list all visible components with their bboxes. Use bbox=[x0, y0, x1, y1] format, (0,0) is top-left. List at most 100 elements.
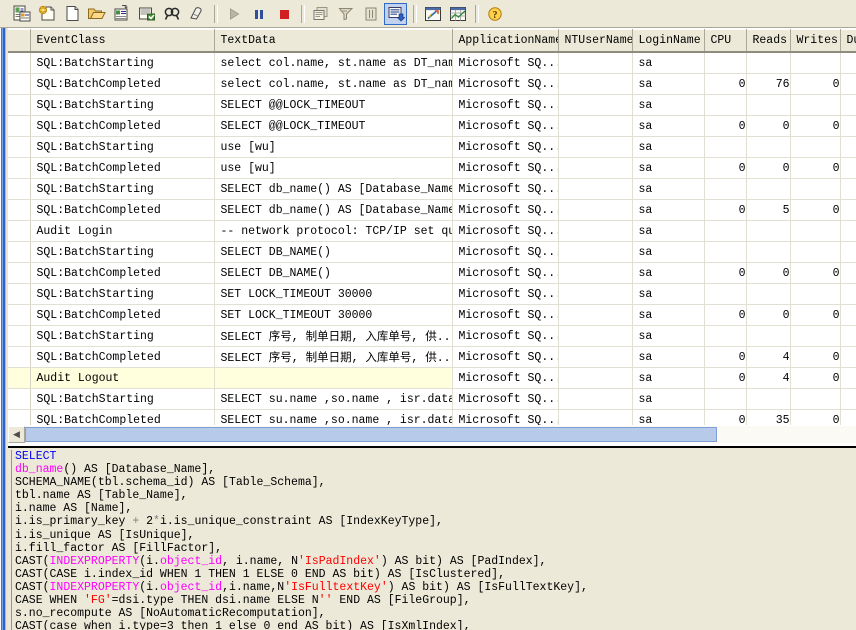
table-row[interactable]: SQL:BatchStartinguse [wu]Microsoft SQ...… bbox=[8, 137, 856, 158]
save-trace-icon[interactable] bbox=[135, 3, 158, 25]
row-selector-cell[interactable] bbox=[8, 347, 30, 368]
filter-icon[interactable] bbox=[334, 3, 357, 25]
column-header-applicationname[interactable]: ApplicationName bbox=[452, 30, 558, 53]
table-row[interactable]: SQL:BatchStartingSELECT db_name() AS [Da… bbox=[8, 179, 856, 200]
cell-loginname: sa bbox=[632, 95, 704, 116]
row-selector-cell[interactable] bbox=[8, 137, 30, 158]
cell-cpu bbox=[704, 389, 746, 410]
table-row[interactable]: SQL:BatchStartingSELECT DB_NAME()Microso… bbox=[8, 242, 856, 263]
cell-duration bbox=[840, 242, 856, 263]
show-execution-plan-icon[interactable] bbox=[446, 3, 469, 25]
cell-textdata bbox=[214, 368, 452, 389]
new-trace-template-icon[interactable] bbox=[35, 3, 58, 25]
row-selector-cell[interactable] bbox=[8, 368, 30, 389]
table-row[interactable]: SQL:BatchStartingselect col.name, st.nam… bbox=[8, 52, 856, 74]
clear-trace-window-icon[interactable] bbox=[185, 3, 208, 25]
cell-reads: 5 bbox=[746, 200, 790, 221]
cell-applicationname: Microsoft SQ... bbox=[452, 347, 558, 368]
table-row[interactable]: SQL:BatchCompletedSELECT DB_NAME()Micros… bbox=[8, 263, 856, 284]
cell-loginname: sa bbox=[632, 305, 704, 326]
help-icon[interactable]: ? bbox=[483, 3, 506, 25]
query-analyzer-icon[interactable] bbox=[421, 3, 444, 25]
scroll-left-arrow-icon[interactable]: ◀ bbox=[8, 426, 25, 443]
cell-cpu bbox=[704, 326, 746, 347]
cell-writes bbox=[790, 179, 840, 200]
table-row[interactable]: SQL:BatchStartingSELECT 序号, 制单日期, 入库单号, … bbox=[8, 326, 856, 347]
group-columns-icon[interactable] bbox=[359, 3, 382, 25]
auto-scroll-icon[interactable] bbox=[384, 3, 407, 25]
cell-duration bbox=[840, 137, 856, 158]
trace-events-grid[interactable]: EventClass TextData ApplicationName NTUs… bbox=[8, 29, 856, 429]
open-trace-table-icon[interactable] bbox=[110, 3, 133, 25]
pause-trace-icon[interactable] bbox=[247, 3, 270, 25]
stop-trace-icon[interactable] bbox=[272, 3, 295, 25]
sql-line: i.name AS [Name], bbox=[15, 502, 856, 515]
cell-ntusername bbox=[558, 263, 632, 284]
cell-textdata: SET LOCK_TIMEOUT 30000 bbox=[214, 284, 452, 305]
row-selector-cell[interactable] bbox=[8, 221, 30, 242]
cell-writes: 0 bbox=[790, 74, 840, 95]
start-trace-icon[interactable] bbox=[222, 3, 245, 25]
cell-applicationname: Microsoft SQ... bbox=[452, 74, 558, 95]
cell-cpu: 0 bbox=[704, 116, 746, 137]
cell-loginname: sa bbox=[632, 389, 704, 410]
table-row[interactable]: SQL:BatchCompleteduse [wu]Microsoft SQ..… bbox=[8, 158, 856, 179]
cell-reads: 0 bbox=[746, 263, 790, 284]
row-selector-cell[interactable] bbox=[8, 389, 30, 410]
column-header-ntusername[interactable]: NTUserName bbox=[558, 30, 632, 53]
table-row[interactable]: SQL:BatchStartingSELECT su.name ,so.name… bbox=[8, 389, 856, 410]
grid-horizontal-scrollbar[interactable]: ◀ bbox=[8, 425, 856, 443]
cell-eventclass: Audit Login bbox=[30, 221, 214, 242]
cell-duration bbox=[840, 52, 856, 74]
row-selector-cell[interactable] bbox=[8, 158, 30, 179]
cell-cpu: 0 bbox=[704, 200, 746, 221]
table-row[interactable]: SQL:BatchCompletedselect col.name, st.na… bbox=[8, 74, 856, 95]
open-trace-file-icon[interactable] bbox=[85, 3, 108, 25]
sql-line: CAST(INDEXPROPERTY(i.object_id,i.name,N'… bbox=[15, 581, 856, 594]
cell-textdata: use [wu] bbox=[214, 137, 452, 158]
row-selector-cell[interactable] bbox=[8, 95, 30, 116]
column-header-cpu[interactable]: CPU bbox=[704, 30, 746, 53]
column-header-writes[interactable]: Writes bbox=[790, 30, 840, 53]
table-row[interactable]: SQL:BatchCompletedSELECT @@LOCK_TIMEOUTM… bbox=[8, 116, 856, 137]
column-header-textdata[interactable]: TextData bbox=[214, 30, 452, 53]
cell-applicationname: Microsoft SQ... bbox=[452, 389, 558, 410]
row-selector-cell[interactable] bbox=[8, 74, 30, 95]
scrollbar-thumb[interactable] bbox=[25, 427, 717, 442]
row-selector-cell[interactable] bbox=[8, 284, 30, 305]
find-icon[interactable] bbox=[160, 3, 183, 25]
row-selector-cell[interactable] bbox=[8, 263, 30, 284]
column-header-eventclass[interactable]: EventClass bbox=[30, 30, 214, 53]
table-row[interactable]: SQL:BatchCompletedSELECT db_name() AS [D… bbox=[8, 200, 856, 221]
row-selector-cell[interactable] bbox=[8, 52, 30, 74]
scrollbar-track[interactable] bbox=[25, 426, 856, 443]
row-selector-cell[interactable] bbox=[8, 326, 30, 347]
cell-loginname: sa bbox=[632, 137, 704, 158]
table-row[interactable]: SQL:BatchStartingSET LOCK_TIMEOUT 30000M… bbox=[8, 284, 856, 305]
new-file-icon[interactable] bbox=[60, 3, 83, 25]
cell-applicationname: Microsoft SQ... bbox=[452, 305, 558, 326]
row-selector-cell[interactable] bbox=[8, 116, 30, 137]
table-row[interactable]: SQL:BatchCompletedSET LOCK_TIMEOUT 30000… bbox=[8, 305, 856, 326]
selected-event-text-panel[interactable]: SELECTdb_name() AS [Database_Name],SCHEM… bbox=[8, 446, 856, 630]
cell-ntusername bbox=[558, 221, 632, 242]
row-selector-cell[interactable] bbox=[8, 242, 30, 263]
row-selector-cell[interactable] bbox=[8, 200, 30, 221]
cell-eventclass: SQL:BatchCompleted bbox=[30, 200, 214, 221]
column-header-loginname[interactable]: LoginName bbox=[632, 30, 704, 53]
cell-applicationname: Microsoft SQ... bbox=[452, 158, 558, 179]
cell-ntusername bbox=[558, 284, 632, 305]
table-row[interactable]: SQL:BatchStartingSELECT @@LOCK_TIMEOUTMi… bbox=[8, 95, 856, 116]
table-row[interactable]: Audit LogoutMicrosoft SQ...sa0401: bbox=[8, 368, 856, 389]
cell-applicationname: Microsoft SQ... bbox=[452, 179, 558, 200]
row-selector-cell[interactable] bbox=[8, 305, 30, 326]
column-header-duration[interactable]: Duratio bbox=[840, 30, 856, 53]
new-trace-icon[interactable] bbox=[10, 3, 33, 25]
cell-eventclass: SQL:BatchStarting bbox=[30, 137, 214, 158]
trace-properties-icon[interactable] bbox=[309, 3, 332, 25]
table-row[interactable]: Audit Login-- network protocol: TCP/IP s… bbox=[8, 221, 856, 242]
column-header-reads[interactable]: Reads bbox=[746, 30, 790, 53]
cell-duration bbox=[840, 305, 856, 326]
table-row[interactable]: SQL:BatchCompletedSELECT 序号, 制单日期, 入库单号,… bbox=[8, 347, 856, 368]
row-selector-cell[interactable] bbox=[8, 179, 30, 200]
